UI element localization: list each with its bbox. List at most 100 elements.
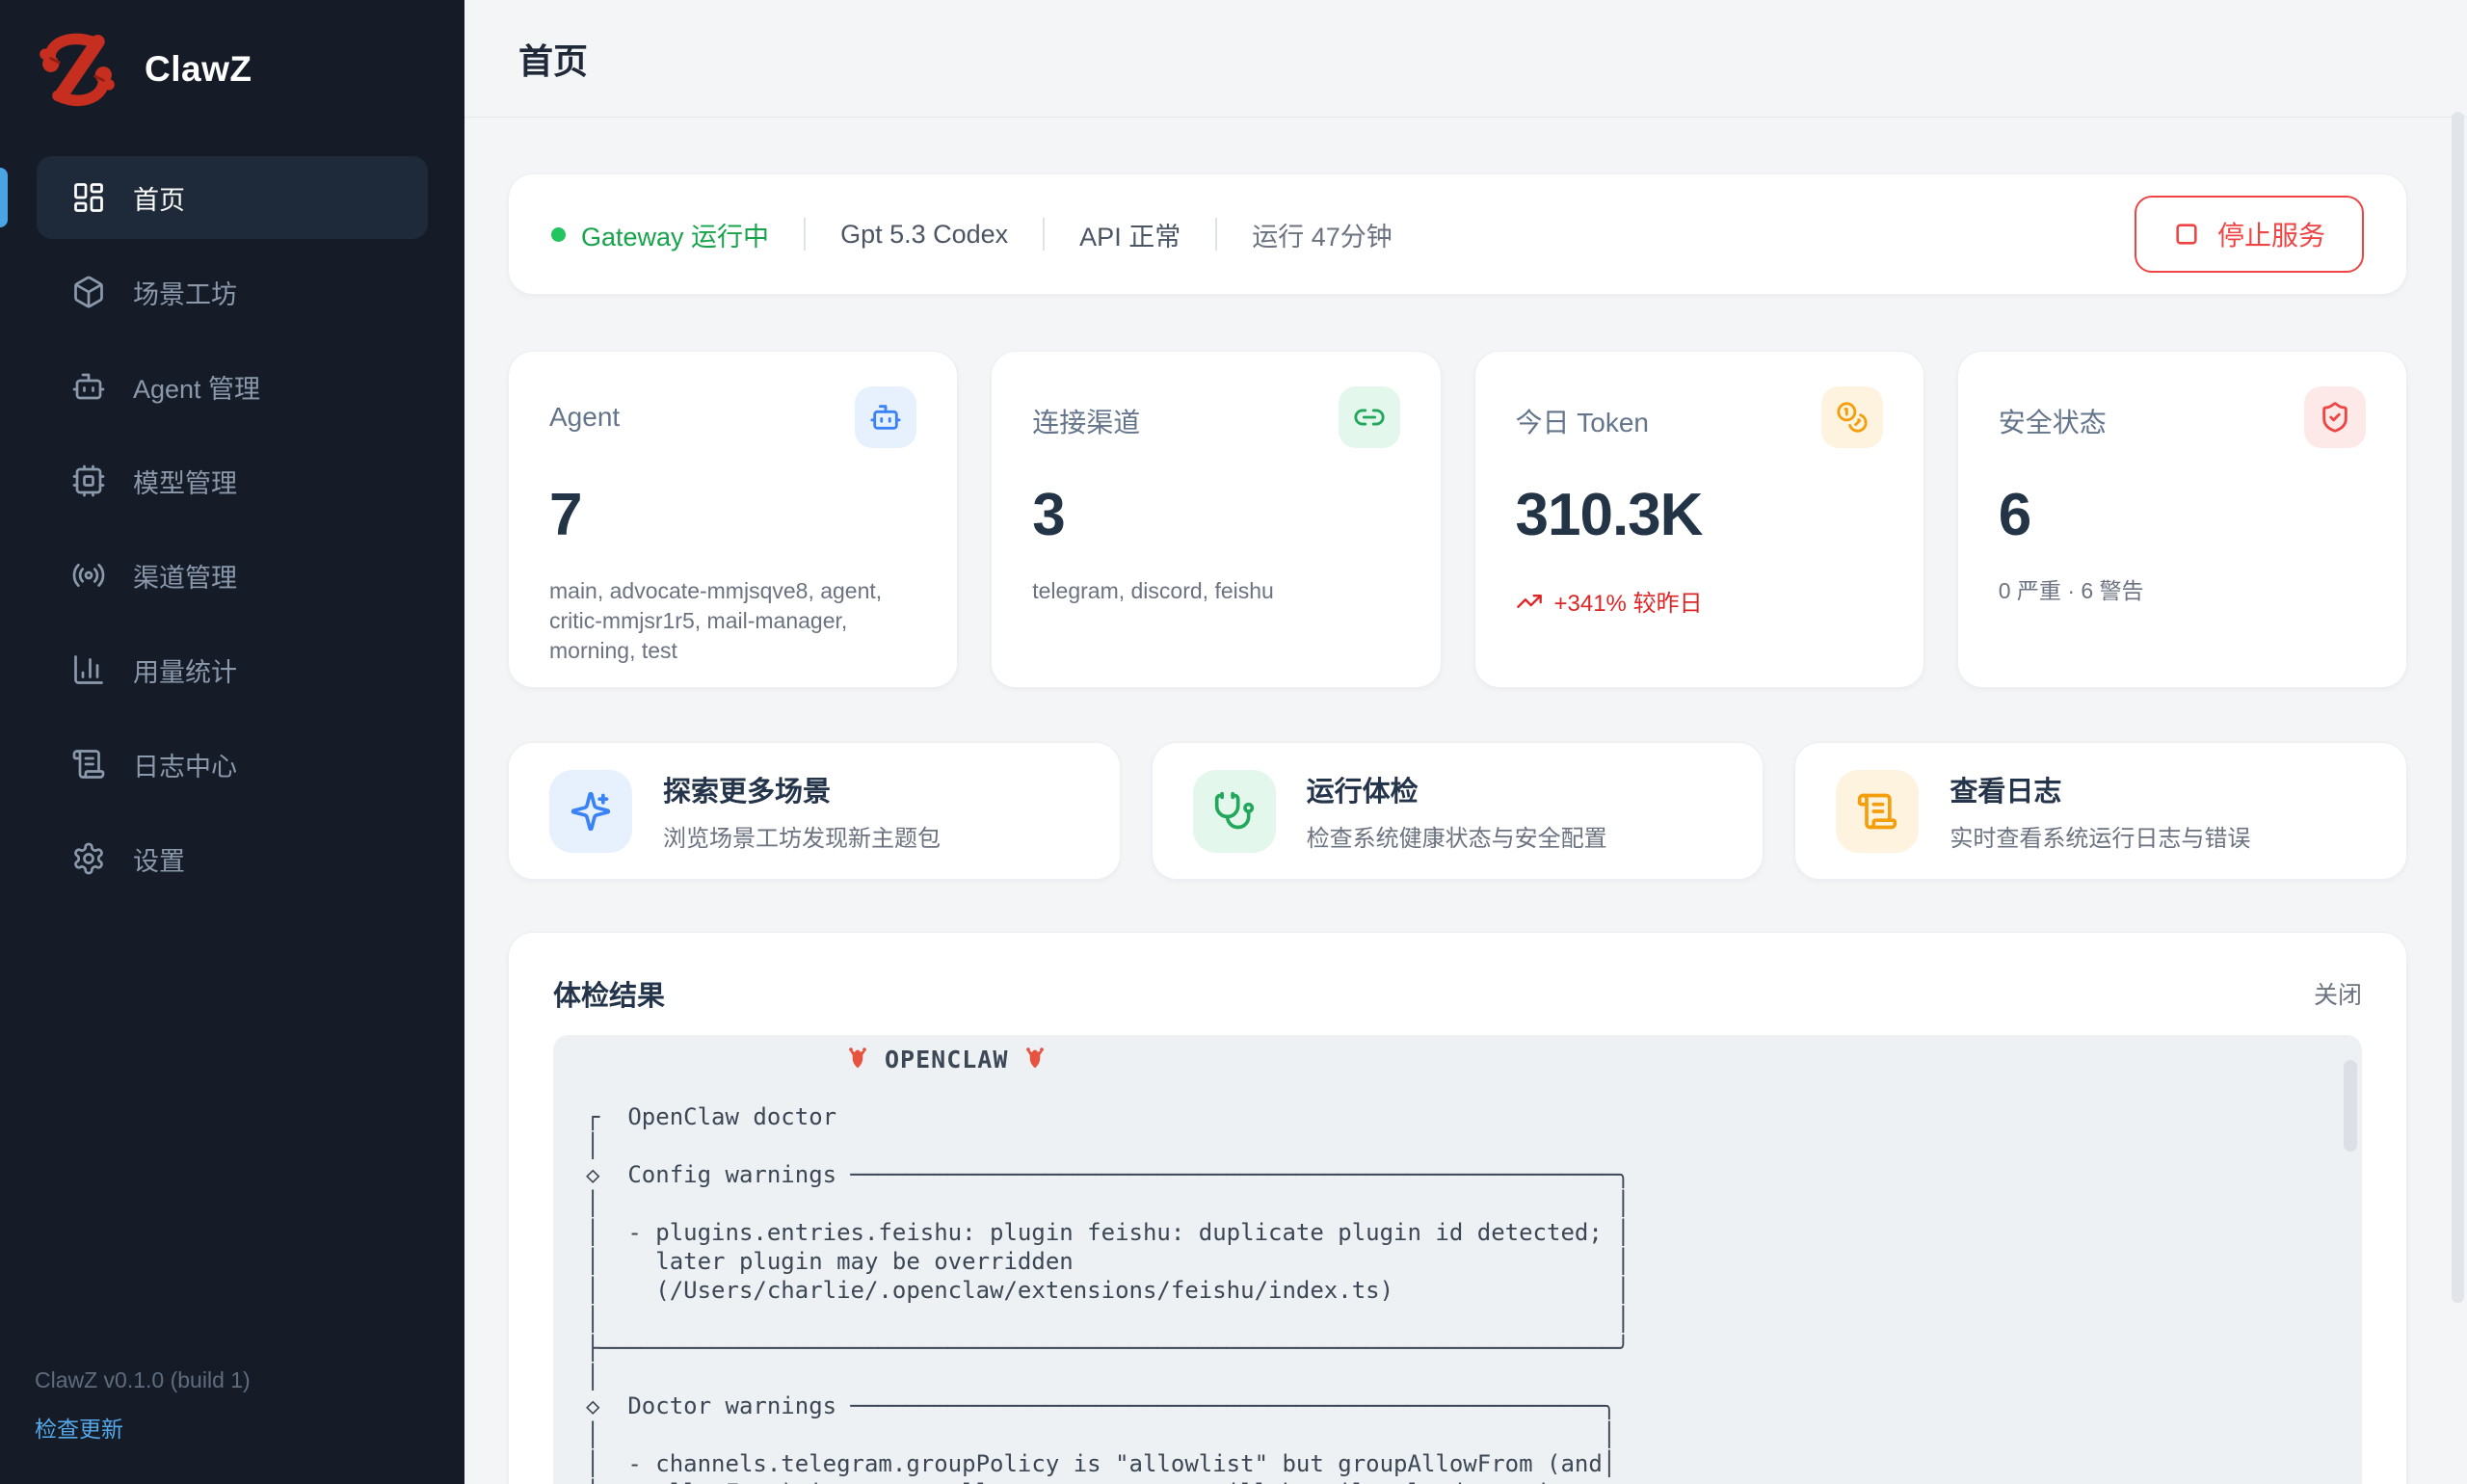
radio-icon <box>71 558 106 593</box>
service-status-card: Gateway 运行中 Gpt 5.3 Codex API 正常 运行 47分钟… <box>508 173 2407 295</box>
action-subtitle: 实时查看系统运行日志与错误 <box>1950 819 2250 853</box>
healthcheck-title: 体检结果 <box>553 973 665 1014</box>
sidebar-item-label: 日志中心 <box>133 746 237 783</box>
scroll-icon <box>1856 790 1898 833</box>
stat-badge <box>1821 386 1883 448</box>
stat-badge <box>1339 386 1400 448</box>
sidebar-item-channel-management[interactable]: 渠道管理 <box>37 534 428 617</box>
action-badge <box>1836 770 1919 853</box>
bar-chart-icon <box>71 652 106 687</box>
sidebar-item-usage-stats[interactable]: 用量统计 <box>37 628 428 711</box>
sidebar-item-label: 首页 <box>133 179 185 217</box>
scroll-icon <box>71 747 106 782</box>
action-subtitle: 检查系统健康状态与安全配置 <box>1307 819 1607 853</box>
bot-icon <box>869 401 902 434</box>
stat-value: 310.3K <box>1516 481 1883 549</box>
terminal-scrollbar[interactable] <box>2344 1060 2357 1152</box>
stat-card-channels: 连接渠道 3 telegram, discord, feishu <box>991 351 1441 688</box>
coins-icon <box>1836 401 1869 434</box>
gear-icon <box>71 841 106 876</box>
stat-subtext: main, advocate-mmjsqve8, agent, critic-m… <box>549 576 916 666</box>
sidebar-item-home[interactable]: 首页 <box>37 156 428 239</box>
link-icon <box>1353 401 1386 434</box>
stop-square-icon <box>2173 221 2200 248</box>
content-scroll-area: Gateway 运行中 Gpt 5.3 Codex API 正常 运行 47分钟… <box>464 118 2467 1484</box>
stat-card-agent: Agent 7 main, advocate-mmjsqve8, agent, … <box>508 351 958 688</box>
lobster-icon <box>844 1046 871 1073</box>
page-scrollbar[interactable] <box>2452 112 2464 1303</box>
sidebar-item-label: Agent 管理 <box>133 368 260 406</box>
stats-row: Agent 7 main, advocate-mmjsqve8, agent, … <box>508 351 2407 688</box>
page-title: 首页 <box>518 34 588 84</box>
page-header: 首页 <box>464 0 2467 118</box>
action-badge <box>549 770 632 853</box>
stat-badge <box>2304 386 2366 448</box>
doctor-output: ┌ OpenClaw doctor │ ◇ Config warnings ──… <box>586 1073 2362 1484</box>
divider <box>1215 218 1217 251</box>
clawz-dashboard: { "app": { "name": "ClawZ", "version": "… <box>0 0 2467 1484</box>
stat-badge <box>855 386 916 448</box>
sidebar-item-scene-workshop[interactable]: 场景工坊 <box>37 251 428 333</box>
model-name: Gpt 5.3 Codex <box>840 220 1008 250</box>
healthcheck-terminal: OPENCLAW ┌ OpenClaw doctor │ ◇ Config wa… <box>553 1035 2362 1484</box>
gateway-status-label: Gateway 运行中 <box>581 216 769 253</box>
cpu-icon <box>71 464 106 498</box>
sidebar-item-log-center[interactable]: 日志中心 <box>37 723 428 806</box>
action-title: 运行体检 <box>1307 769 1607 809</box>
active-indicator <box>0 168 8 227</box>
sidebar: ClawZ 首页 场景工坊 Agent 管理 模型管理 渠道管理 用量统计 <box>0 0 464 1484</box>
sidebar-item-settings[interactable]: 设置 <box>37 817 428 900</box>
sidebar-item-model-management[interactable]: 模型管理 <box>37 439 428 522</box>
action-card-explore-scenes[interactable]: 探索更多场景 浏览场景工坊发现新主题包 <box>508 742 1121 880</box>
action-title: 查看日志 <box>1950 769 2250 809</box>
divider <box>1043 218 1045 251</box>
clawz-lobster-logo <box>33 25 121 114</box>
stethoscope-icon <box>1213 790 1256 833</box>
trend-label: +341% 较昨日 <box>1554 584 1703 618</box>
sidebar-item-agent-management[interactable]: Agent 管理 <box>37 345 428 428</box>
check-update-link[interactable]: 检查更新 <box>35 1411 123 1444</box>
app-version: ClawZ v0.1.0 (build 1) <box>35 1367 430 1393</box>
app-name: ClawZ <box>145 49 252 90</box>
status-dot-icon <box>551 227 566 242</box>
status-items: Gateway 运行中 Gpt 5.3 Codex API 正常 运行 47分钟 <box>551 216 1393 253</box>
action-card-run-healthcheck[interactable]: 运行体检 检查系统健康状态与安全配置 <box>1152 742 1764 880</box>
app-logo-row: ClawZ <box>0 0 464 133</box>
healthcheck-results-card: 体检结果 关闭 OPENCLAW ┌ OpenClaw doctor │ ◇ C… <box>508 932 2407 1484</box>
trending-up-icon <box>1516 588 1543 615</box>
openclaw-banner: OPENCLAW <box>844 1045 2362 1073</box>
stat-label: 安全状态 <box>1999 402 2107 440</box>
action-title: 探索更多场景 <box>663 769 941 809</box>
action-subtitle: 浏览场景工坊发现新主题包 <box>663 819 941 853</box>
openclaw-banner-text: OPENCLAW <box>885 1046 1008 1073</box>
dashboard-icon <box>71 180 106 215</box>
sidebar-nav: 首页 场景工坊 Agent 管理 模型管理 渠道管理 用量统计 日志中心 设置 <box>0 133 464 900</box>
stat-subtext: telegram, discord, feishu <box>1032 576 1399 606</box>
stat-label: Agent <box>549 402 620 433</box>
action-card-view-logs[interactable]: 查看日志 实时查看系统运行日志与错误 <box>1794 742 2407 880</box>
box-icon <box>71 275 106 309</box>
actions-row: 探索更多场景 浏览场景工坊发现新主题包 运行体检 检查系统健康状态与安全配置 <box>508 742 2407 880</box>
bot-icon <box>71 369 106 404</box>
close-healthcheck-link[interactable]: 关闭 <box>2314 976 2362 1011</box>
divider <box>804 218 806 251</box>
sidebar-item-label: 场景工坊 <box>133 274 237 311</box>
action-badge <box>1193 770 1276 853</box>
stop-service-label: 停止服务 <box>2217 215 2325 253</box>
stat-card-security: 安全状态 6 0 严重 · 6 警告 <box>1957 351 2407 688</box>
sidebar-item-label: 用量统计 <box>133 651 237 689</box>
sidebar-item-label: 渠道管理 <box>133 557 237 595</box>
stop-service-button[interactable]: 停止服务 <box>2135 196 2364 273</box>
stat-subtext: 0 严重 · 6 警告 <box>1999 576 2366 606</box>
uptime-label: 运行 47分钟 <box>1252 216 1393 253</box>
gateway-status: Gateway 运行中 <box>551 216 769 253</box>
main-area: 首页 Gateway 运行中 Gpt 5.3 Codex API 正常 运行 4… <box>464 0 2467 1484</box>
sidebar-item-label: 设置 <box>133 840 185 878</box>
sidebar-item-label: 模型管理 <box>133 463 237 500</box>
sidebar-footer: ClawZ v0.1.0 (build 1) 检查更新 <box>0 1367 464 1484</box>
stat-card-token-today: 今日 Token 310.3K +341% 较昨日 <box>1474 351 1924 688</box>
sparkles-icon <box>570 790 612 833</box>
stat-value: 6 <box>1999 481 2366 549</box>
api-status: API 正常 <box>1079 216 1180 253</box>
stat-label: 连接渠道 <box>1032 402 1140 440</box>
